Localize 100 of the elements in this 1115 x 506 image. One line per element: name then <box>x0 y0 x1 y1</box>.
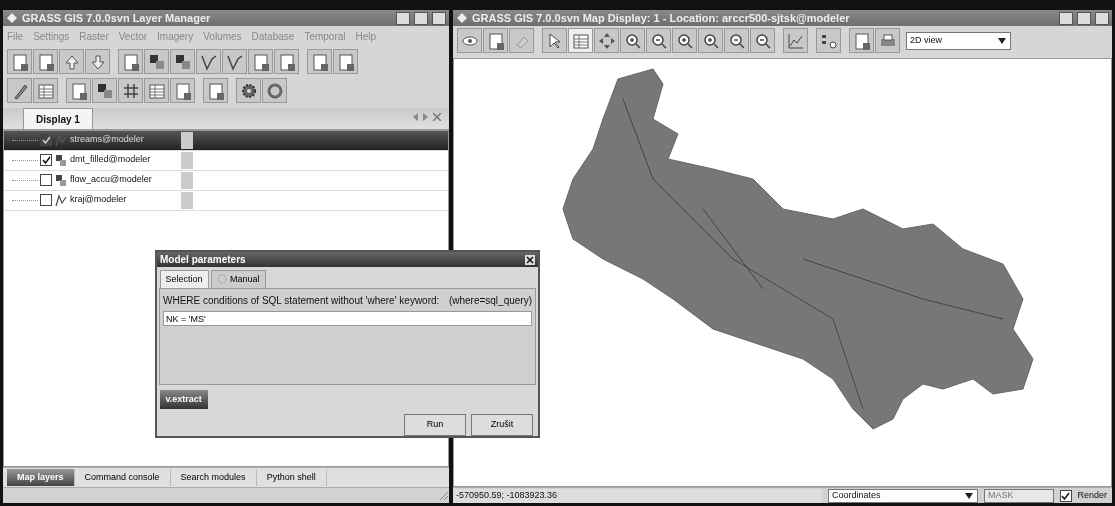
document-icon <box>852 31 871 50</box>
document-icon <box>36 52 55 71</box>
dialog-button[interactable]: Run <box>404 414 466 436</box>
zoom-in-button[interactable] <box>620 28 645 53</box>
raster-layer-icon <box>55 153 67 167</box>
render-checkbox[interactable] <box>1059 489 1072 502</box>
bottom-tab[interactable]: Python shell <box>256 468 327 487</box>
layer-checkbox[interactable] <box>40 194 52 206</box>
dialog-title: Model parameters <box>160 253 246 267</box>
decoration-button[interactable] <box>816 28 841 53</box>
minimize-button[interactable] <box>1059 11 1073 25</box>
print-button[interactable] <box>875 28 900 53</box>
bottom-tab[interactable]: Map layers <box>7 468 75 487</box>
document-icon <box>206 81 225 100</box>
dialog-button[interactable]: Zrušit <box>471 414 533 436</box>
zoom-extent-button[interactable] <box>672 28 697 53</box>
pointer-button[interactable] <box>542 28 567 53</box>
load-button[interactable] <box>59 49 84 74</box>
zoom-in-icon <box>623 31 642 50</box>
help-button[interactable] <box>262 78 287 103</box>
new-workspace-button[interactable] <box>33 49 58 74</box>
add-map-button[interactable] <box>118 49 143 74</box>
layer-row[interactable]: kraj@modeler <box>4 190 448 211</box>
zoom-out-icon <box>649 31 668 50</box>
raster-icon <box>173 52 192 71</box>
new-display-button[interactable] <box>7 49 32 74</box>
zoom-out-icon <box>727 31 746 50</box>
zoom-options-button[interactable] <box>724 28 749 53</box>
remove-layer-button[interactable] <box>333 49 358 74</box>
document-icon <box>336 52 355 71</box>
graphical-modeler-button[interactable] <box>144 78 169 103</box>
coordinates-display: -570950.59; -1083923.36 <box>453 488 822 503</box>
layer-name: kraj@modeler <box>70 193 128 207</box>
chart-icon <box>786 31 805 50</box>
layer-row[interactable]: flow_accu@modeler <box>4 170 448 191</box>
layer-checkbox[interactable] <box>40 154 52 166</box>
add-vector-button[interactable] <box>196 49 221 74</box>
raster-layer-icon <box>55 173 67 187</box>
edit-button[interactable] <box>7 78 32 103</box>
query-button[interactable] <box>568 28 593 53</box>
parameter-label: WHERE conditions of SQL statement without 'where' keyword: <box>163 294 440 308</box>
maximize-button[interactable] <box>1077 11 1091 25</box>
add-group-button[interactable] <box>307 49 332 74</box>
zoom-back-button[interactable] <box>698 28 723 53</box>
ring-icon <box>265 81 284 100</box>
settings-button[interactable] <box>236 78 261 103</box>
save-image-button[interactable] <box>849 28 874 53</box>
bottom-tab[interactable]: Search modules <box>170 468 257 487</box>
zoom-in-icon <box>701 31 720 50</box>
grass-logo-icon <box>6 12 18 24</box>
render-button[interactable] <box>483 28 508 53</box>
cartographic-composer-button[interactable] <box>170 78 195 103</box>
document-icon <box>486 31 505 50</box>
maximize-button[interactable] <box>414 11 428 25</box>
grid-icon <box>121 81 140 100</box>
attribute-table-button[interactable] <box>33 78 58 103</box>
close-icon[interactable] <box>525 254 535 265</box>
analyze-button[interactable] <box>783 28 808 53</box>
document-icon <box>121 52 140 71</box>
display-tab[interactable]: Display 1 <box>23 107 93 129</box>
close-button[interactable] <box>1095 11 1109 25</box>
bottom-tab[interactable]: Command console <box>74 468 171 487</box>
status-mode-select[interactable]: Coordinates <box>827 488 978 503</box>
resize-grip-icon <box>439 490 449 501</box>
spinner-icon <box>217 274 228 285</box>
document-icon <box>310 52 329 71</box>
layer-options-button[interactable] <box>181 131 193 149</box>
close-button[interactable] <box>432 11 446 25</box>
raster-calculator-button[interactable] <box>92 78 117 103</box>
add-raster-button[interactable] <box>144 49 169 74</box>
gui-settings-button[interactable] <box>203 78 228 103</box>
dialog-tab[interactable]: Selection <box>159 269 209 288</box>
add-raster-button[interactable] <box>170 49 195 74</box>
layer-checkbox[interactable] <box>40 134 52 146</box>
add-overlay-button[interactable] <box>274 49 299 74</box>
mask-field: MASK <box>983 488 1054 503</box>
layer-row[interactable]: streams@modeler <box>4 130 448 151</box>
layer-checkbox[interactable] <box>40 174 52 186</box>
document-icon <box>251 52 270 71</box>
add-layer-button[interactable] <box>248 49 273 74</box>
raster-icon <box>147 52 166 71</box>
add-vector-button[interactable] <box>222 49 247 74</box>
save-button[interactable] <box>85 49 110 74</box>
layer-row[interactable]: dmt_filled@modeler <box>4 150 448 171</box>
display-button[interactable] <box>457 28 482 53</box>
import-button[interactable] <box>66 78 91 103</box>
georectify-button[interactable] <box>118 78 143 103</box>
dialog-tab[interactable]: Manual <box>211 269 266 288</box>
zoom-out-button[interactable] <box>646 28 671 53</box>
pan-button[interactable] <box>594 28 619 53</box>
zoom-menu-button[interactable] <box>750 28 775 53</box>
window-title: GRASS GIS 7.0.0svn Map Display: 1 - Location: arccr500-sjtsk@modeler <box>472 10 850 26</box>
module-tab[interactable]: v.extract <box>159 389 208 409</box>
window-title: GRASS GIS 7.0.0svn Layer Manager <box>22 10 211 26</box>
document-icon <box>277 52 296 71</box>
view-select[interactable]: 2D view <box>906 31 1011 50</box>
sql-input-field[interactable]: NK = 'MS' <box>163 311 532 326</box>
zoom-out-icon <box>753 31 772 50</box>
minimize-button[interactable] <box>396 11 410 25</box>
raster-icon <box>95 81 114 100</box>
